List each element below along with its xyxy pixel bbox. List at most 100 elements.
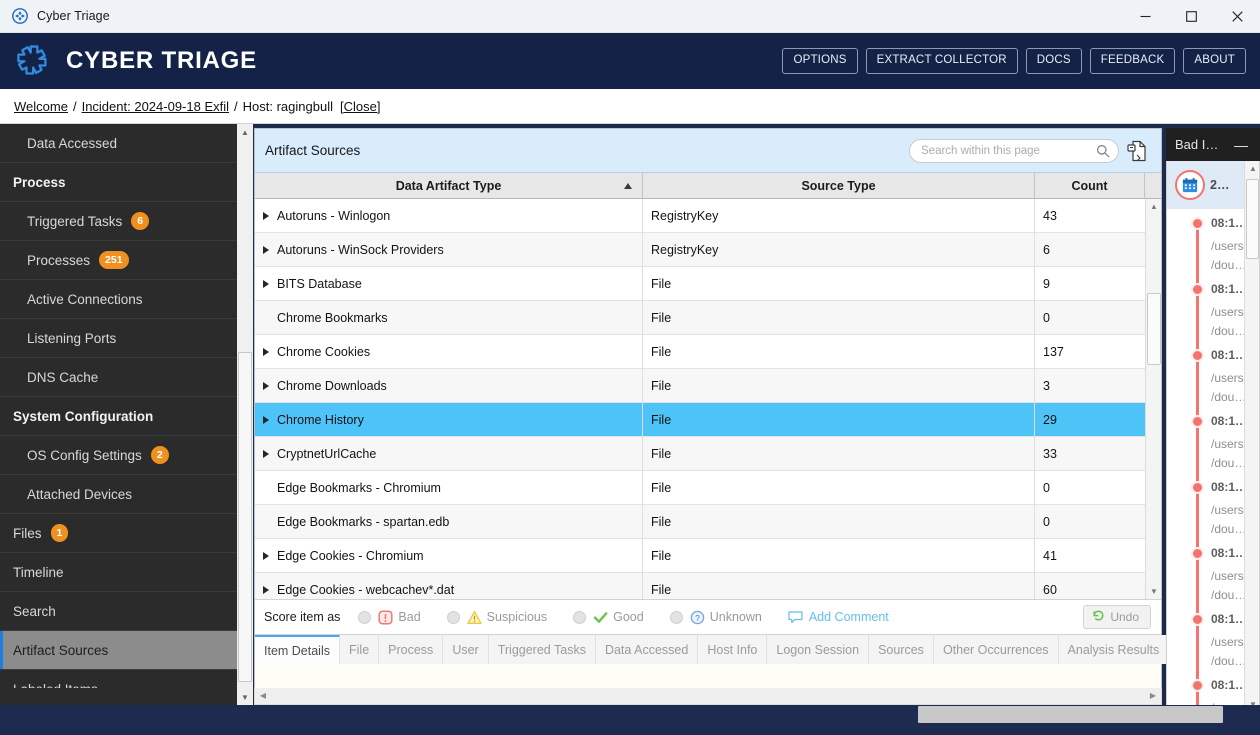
score-option-bad[interactable]: Bad [358, 609, 421, 625]
add-comment-button[interactable]: Add Comment [788, 610, 889, 624]
docs-button[interactable]: DOCS [1025, 48, 1082, 74]
timeline-event[interactable]: 08:1… [1167, 671, 1247, 699]
tab-host-info[interactable]: Host Info [698, 635, 768, 664]
table-row[interactable]: Edge Bookmarks - spartan.edb File 0 [255, 505, 1161, 539]
table-scroll-thumb[interactable] [1147, 293, 1161, 365]
cell-source-type: File [643, 437, 1035, 470]
tab-data-accessed[interactable]: Data Accessed [595, 635, 699, 664]
feedback-button[interactable]: FEEDBACK [1089, 48, 1176, 74]
sidebar-item-attached-devices[interactable]: Attached Devices [0, 475, 237, 514]
column-header-source-type[interactable]: Source Type [643, 173, 1035, 198]
sidebar-scroll-up-icon[interactable]: ▲ [237, 124, 253, 140]
export-report-icon[interactable] [1127, 140, 1147, 162]
tab-analysis-results[interactable]: Analysis Results [1058, 635, 1170, 664]
timeline-event[interactable]: 08:1… [1167, 275, 1247, 303]
timeline-event[interactable]: 08:1… [1167, 407, 1247, 435]
radio-suspicious[interactable] [446, 610, 460, 624]
sidebar-item-triggered-tasks[interactable]: Triggered Tasks 6 [0, 202, 237, 241]
sidebar-item-data-accessed[interactable]: Data Accessed [0, 124, 237, 163]
table-row[interactable]: Autoruns - Winlogon RegistryKey 43 [255, 199, 1161, 233]
hscroll-right-icon[interactable]: ▶ [1145, 688, 1161, 703]
minimize-button[interactable] [1122, 0, 1168, 33]
expand-row-icon[interactable] [263, 449, 269, 458]
table-row[interactable]: Chrome Bookmarks File 0 [255, 301, 1161, 335]
table-row[interactable]: Chrome History File 29 [255, 403, 1161, 437]
hscroll-left-icon[interactable]: ◀ [255, 688, 271, 703]
timeline-event[interactable]: 08:1… [1167, 605, 1247, 633]
sidebar-scroll-down-icon[interactable]: ▼ [237, 689, 253, 705]
score-option-good[interactable]: Good [573, 610, 644, 625]
score-option-unknown[interactable]: ? Unknown [669, 610, 762, 625]
undo-button[interactable]: Undo [1083, 605, 1151, 629]
tab-triggered-tasks[interactable]: Triggered Tasks [488, 635, 596, 664]
timeline-date-group[interactable]: 2… [1167, 161, 1245, 209]
search-input[interactable] [909, 138, 1119, 163]
options-button[interactable]: OPTIONS [782, 48, 858, 74]
bad-items-scrollbar[interactable]: ▲ ▼ [1244, 161, 1259, 711]
expand-row-icon[interactable] [263, 245, 269, 254]
expand-row-icon[interactable] [263, 585, 269, 594]
close-button[interactable] [1214, 0, 1260, 33]
score-option-suspicious[interactable]: Suspicious [446, 610, 547, 625]
table-row[interactable]: Autoruns - WinSock Providers RegistryKey 6 [255, 233, 1161, 267]
bad-items-scroll-up-icon[interactable]: ▲ [1245, 161, 1259, 176]
sidebar-scroll-thumb[interactable] [238, 352, 252, 682]
timeline-event[interactable]: 08:1… [1167, 209, 1247, 237]
expand-row-icon[interactable] [263, 415, 269, 424]
radio-good[interactable] [573, 610, 587, 624]
tab-label: Process [388, 642, 434, 657]
maximize-button[interactable] [1168, 0, 1214, 33]
table-row[interactable]: Edge Cookies - webcachev*.dat File 60 [255, 573, 1161, 599]
main-content-panel: Artifact Sources Search within this page… [254, 128, 1182, 721]
sidebar-item-dns-cache[interactable]: DNS Cache [0, 358, 237, 397]
bad-items-scroll-thumb[interactable] [1246, 179, 1259, 259]
expand-row-icon[interactable] [263, 279, 269, 288]
radio-unknown[interactable] [669, 610, 683, 624]
sidebar-item-active-connections[interactable]: Active Connections [0, 280, 237, 319]
column-header-count[interactable]: Count [1035, 173, 1145, 198]
timeline-event[interactable]: 08:1… [1167, 473, 1247, 501]
sidebar-item-os-config-settings[interactable]: OS Config Settings 2 [0, 436, 237, 475]
table-row[interactable]: Edge Bookmarks - Chromium File 0 [255, 471, 1161, 505]
table-row[interactable]: Chrome Cookies File 137 [255, 335, 1161, 369]
tab-file[interactable]: File [340, 635, 380, 664]
window-horizontal-scroll-thumb[interactable] [918, 706, 1223, 723]
application-window: Cyber Triage CYBER TRIAGE OPTIONS EXTRAC… [0, 0, 1260, 735]
table-row[interactable]: BITS Database File 9 [255, 267, 1161, 301]
sidebar-item-artifact-sources[interactable]: Artifact Sources [0, 631, 237, 670]
breadcrumb-close-link[interactable]: [Close] [340, 99, 380, 114]
tab-user[interactable]: User [443, 635, 489, 664]
radio-bad[interactable] [358, 610, 372, 624]
sidebar-item-search[interactable]: Search [0, 592, 237, 631]
main-horizontal-scrollbar[interactable]: ◀ ▶ [254, 688, 1162, 705]
sidebar-item-timeline[interactable]: Timeline [0, 553, 237, 592]
sidebar-item-processes[interactable]: Processes 251 [0, 241, 237, 280]
tab-sources[interactable]: Sources [869, 635, 934, 664]
timeline-event[interactable]: 08:1… [1167, 341, 1247, 369]
expand-row-icon[interactable] [263, 381, 269, 390]
table-row[interactable]: Edge Cookies - Chromium File 41 [255, 539, 1161, 573]
sidebar-item-listening-ports[interactable]: Listening Ports [0, 319, 237, 358]
tab-other-occurrences[interactable]: Other Occurrences [933, 635, 1059, 664]
table-row[interactable]: Chrome Downloads File 3 [255, 369, 1161, 403]
expand-row-icon[interactable] [263, 551, 269, 560]
breadcrumb-welcome[interactable]: Welcome [14, 99, 68, 114]
expand-row-icon[interactable] [263, 211, 269, 220]
timeline-event[interactable]: 08:1… [1167, 539, 1247, 567]
about-button[interactable]: ABOUT [1183, 48, 1246, 74]
expand-row-icon[interactable] [263, 347, 269, 356]
table-scroll-up-icon[interactable]: ▲ [1146, 199, 1161, 214]
table-scroll-down-icon[interactable]: ▼ [1146, 584, 1161, 599]
sidebar-item-files[interactable]: Files 1 [0, 514, 237, 553]
tab-process[interactable]: Process [379, 635, 444, 664]
bad-items-minimize-icon[interactable]: — [1234, 137, 1252, 153]
breadcrumb-incident[interactable]: Incident: 2024-09-18 Exfil [82, 99, 229, 114]
sidebar-scrollbar[interactable]: ▲ ▼ [237, 124, 253, 705]
table-row[interactable]: CryptnetUrlCache File 33 [255, 437, 1161, 471]
timeline-event-path-line-2: /dou… [1211, 522, 1247, 536]
tab-item-details[interactable]: Item Details [255, 635, 340, 664]
extract-collector-button[interactable]: EXTRACT COLLECTOR [865, 48, 1018, 74]
table-vertical-scrollbar[interactable]: ▲ ▼ [1145, 199, 1161, 599]
tab-logon-session[interactable]: Logon Session [767, 635, 870, 664]
column-header-data-artifact-type[interactable]: Data Artifact Type [255, 173, 643, 198]
